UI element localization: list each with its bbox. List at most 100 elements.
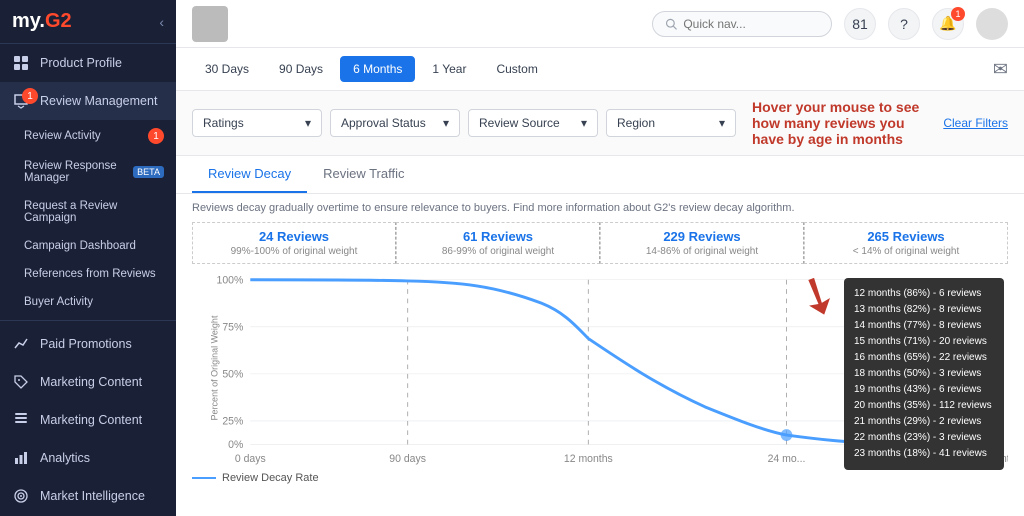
sidebar-item-label: Review Management xyxy=(40,94,157,108)
chart-area: Reviews decay gradually overtime to ensu… xyxy=(176,194,1024,516)
sidebar-item-label: Buyer Activity xyxy=(24,296,93,308)
search-icon xyxy=(665,17,677,31)
sidebar-item-buyer-activity[interactable]: Paid Promotions xyxy=(0,325,176,363)
review-management-badge: 1 xyxy=(22,88,38,104)
chevron-down-icon: ▾ xyxy=(443,116,449,130)
tooltip-line-6: 19 months (43%) - 6 reviews xyxy=(854,382,994,398)
hover-tooltip-bar: Hover your mouse to see how many reviews… xyxy=(752,99,935,147)
tooltip-line-0: 12 months (86%) - 6 reviews xyxy=(854,286,994,302)
search-box[interactable] xyxy=(652,11,832,37)
logo-text: my.G2 xyxy=(12,10,72,33)
tooltip-dot xyxy=(781,429,793,441)
logo-g2: G2 xyxy=(45,10,72,32)
sidebar-item-campaign-dashboard[interactable]: References from Reviews xyxy=(0,260,176,288)
sidebar-item-marketing-content[interactable]: Marketing Content xyxy=(0,401,176,439)
chart-description: Reviews decay gradually overtime to ensu… xyxy=(192,202,1008,214)
hover-message: Hover your mouse to see how many reviews… xyxy=(752,99,935,147)
svg-text:90 days: 90 days xyxy=(389,453,426,465)
sidebar-collapse-button[interactable]: ‹ xyxy=(159,14,164,30)
sidebar-item-analytics[interactable]: Analytics xyxy=(0,439,176,477)
sidebar-item-label: Product Profile xyxy=(40,56,122,70)
sidebar-item-label: Marketing Content xyxy=(40,413,142,427)
clear-filters-button[interactable]: Clear Filters xyxy=(943,116,1008,130)
filter-row: Ratings ▾ Approval Status ▾ Review Sourc… xyxy=(176,91,1024,156)
topbar-right: 81 ? 🔔 1 xyxy=(652,8,1008,40)
bucket-weight: 99%-100% of original weight xyxy=(231,246,358,257)
chart-container: Percent of Original Weight 100% 75% 50% … xyxy=(192,268,1008,468)
chevron-down-icon: ▾ xyxy=(719,116,725,130)
svg-text:75%: 75% xyxy=(222,321,243,333)
sidebar-item-request-review[interactable]: Campaign Dashboard xyxy=(0,232,176,260)
time-filters: 30 Days 90 Days 6 Months 1 Year Custom ✉ xyxy=(176,48,1024,91)
chevron-down-icon: ▾ xyxy=(305,116,311,130)
search-input[interactable] xyxy=(683,17,819,31)
tooltip-popup: 12 months (86%) - 6 reviews 13 months (8… xyxy=(844,278,1004,470)
sidebar-item-custom-questions[interactable]: Request a Review Campaign xyxy=(0,192,176,232)
chart-legend: Review Decay Rate xyxy=(192,472,1008,484)
nav-number-button[interactable]: 81 xyxy=(844,8,876,40)
chart-icon xyxy=(12,335,30,353)
bucket-count: 265 Reviews xyxy=(867,229,944,244)
time-filter-options: 30 Days 90 Days 6 Months 1 Year Custom xyxy=(192,56,551,82)
brand-avatar xyxy=(192,6,228,42)
sidebar-item-label: Marketing Content xyxy=(40,375,142,389)
time-btn-90days[interactable]: 90 Days xyxy=(266,56,336,82)
tooltip-line-8: 21 months (29%) - 2 reviews xyxy=(854,414,994,430)
sidebar-item-review-response-manager[interactable]: Review Response Manager BETA xyxy=(0,152,176,192)
sidebar-item-product-profile[interactable]: Product Profile xyxy=(0,44,176,82)
sidebar-item-review-activity[interactable]: Review Activity 1 xyxy=(0,120,176,152)
email-icon[interactable]: ✉ xyxy=(993,59,1008,80)
sidebar-item-label: Campaign Dashboard xyxy=(24,240,136,252)
beta-badge: BETA xyxy=(133,166,164,178)
tab-review-decay[interactable]: Review Decay xyxy=(192,156,307,193)
bucket-count: 229 Reviews xyxy=(663,229,740,244)
tooltip-line-9: 22 months (23%) - 3 reviews xyxy=(854,430,994,446)
filter-approval-label: Approval Status xyxy=(341,116,426,130)
sidebar-item-label: Review Activity xyxy=(24,130,101,142)
sidebar-item-label: Market Intelligence xyxy=(40,489,145,503)
filter-region-label: Region xyxy=(617,116,655,130)
topbar: 81 ? 🔔 1 xyxy=(176,0,1024,48)
review-activity-badge: 1 xyxy=(148,128,164,144)
filter-region[interactable]: Region ▾ xyxy=(606,109,736,137)
help-button[interactable]: ? xyxy=(888,8,920,40)
bucket-weight: < 14% of original weight xyxy=(853,246,959,257)
svg-text:12 months: 12 months xyxy=(564,453,613,465)
nav-number: 81 xyxy=(852,16,868,32)
sidebar-item-review-management[interactable]: Review Management 1 xyxy=(0,82,176,120)
filter-approval-status[interactable]: Approval Status ▾ xyxy=(330,109,460,137)
svg-text:0 days: 0 days xyxy=(235,453,266,465)
tooltip-line-4: 16 months (65%) - 22 reviews xyxy=(854,350,994,366)
sidebar-item-paid-promotions[interactable]: Marketing Content xyxy=(0,363,176,401)
svg-text:25%: 25% xyxy=(222,415,243,427)
tooltip-line-7: 20 months (35%) - 112 reviews xyxy=(854,398,994,414)
user-avatar[interactable] xyxy=(976,8,1008,40)
sidebar-item-market-intelligence[interactable]: Market Intelligence xyxy=(0,477,176,515)
time-btn-custom[interactable]: Custom xyxy=(483,56,550,82)
time-btn-1year[interactable]: 1 Year xyxy=(419,56,479,82)
tab-review-traffic[interactable]: Review Traffic xyxy=(307,156,420,193)
bucket-weight: 14-86% of original weight xyxy=(646,246,758,257)
svg-text:0%: 0% xyxy=(228,439,243,451)
tooltip-line-1: 13 months (82%) - 8 reviews xyxy=(854,302,994,318)
sidebar-logo: my.G2 ‹ xyxy=(0,0,176,44)
notification-button[interactable]: 🔔 1 xyxy=(932,8,964,40)
sidebar-item-label: Request a Review Campaign xyxy=(24,200,164,224)
sidebar-item-references-from-reviews[interactable]: Buyer Activity xyxy=(0,288,176,316)
svg-text:50%: 50% xyxy=(222,368,243,380)
filter-review-source-label: Review Source xyxy=(479,116,560,130)
time-btn-30days[interactable]: 30 Days xyxy=(192,56,262,82)
main-content: 81 ? 🔔 1 30 Days 90 Days 6 Months 1 Year… xyxy=(176,0,1024,516)
target-icon xyxy=(12,487,30,505)
chart-tabs: Review Decay Review Traffic xyxy=(176,156,1024,194)
svg-text:24 mo...: 24 mo... xyxy=(768,453,806,465)
sidebar-item-label: References from Reviews xyxy=(24,268,156,280)
review-bucket-1: 61 Reviews 86-99% of original weight xyxy=(396,222,600,264)
bucket-weight: 86-99% of original weight xyxy=(442,246,554,257)
review-buckets: 24 Reviews 99%-100% of original weight 6… xyxy=(192,222,1008,264)
sidebar-item-label: Analytics xyxy=(40,451,90,465)
tooltip-line-3: 15 months (71%) - 20 reviews xyxy=(854,334,994,350)
filter-ratings[interactable]: Ratings ▾ xyxy=(192,109,322,137)
filter-review-source[interactable]: Review Source ▾ xyxy=(468,109,598,137)
time-btn-6months[interactable]: 6 Months xyxy=(340,56,415,82)
